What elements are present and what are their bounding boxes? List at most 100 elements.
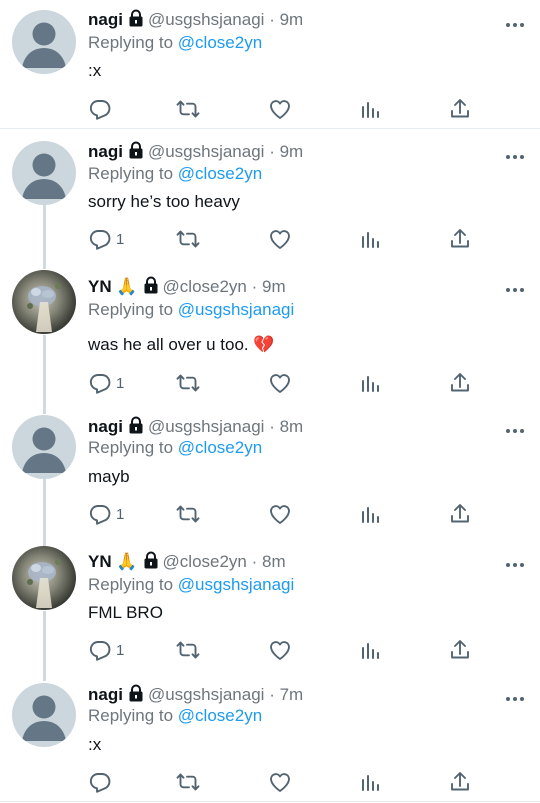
reply-button[interactable]: 1 — [88, 227, 124, 251]
like-button[interactable] — [268, 502, 292, 526]
display-name[interactable]: nagi — [88, 417, 123, 436]
lock-icon — [143, 551, 159, 575]
reply-icon — [88, 502, 112, 526]
retweet-button[interactable] — [176, 227, 200, 251]
share-icon — [448, 371, 472, 395]
display-name[interactable]: nagi — [88, 142, 123, 161]
reply-button[interactable]: 1 — [88, 638, 124, 662]
lock-icon — [128, 141, 144, 165]
more-icon[interactable] — [505, 690, 525, 698]
heart-icon — [268, 97, 292, 121]
replying-to-link[interactable]: @close2yn — [178, 706, 262, 725]
share-button[interactable] — [448, 97, 472, 121]
retweet-button[interactable] — [176, 371, 200, 395]
tweet[interactable]: nagi @usgshsjanagi · 7m Replying to @clos… — [0, 675, 540, 803]
avatar[interactable] — [12, 141, 76, 205]
reply-icon — [88, 371, 112, 395]
separator: · — [269, 142, 275, 161]
share-icon — [448, 502, 472, 526]
timestamp[interactable]: 9m — [262, 277, 286, 296]
like-button[interactable] — [268, 638, 292, 662]
avatar[interactable] — [12, 683, 76, 747]
tweet[interactable]: nagi @usgshsjanagi · 8m Replying to @clos… — [0, 405, 540, 540]
default-avatar-icon — [12, 10, 76, 74]
handle[interactable]: @usgshsjanagi — [148, 417, 265, 436]
analytics-button[interactable] — [358, 97, 382, 121]
more-icon[interactable] — [505, 422, 525, 430]
avatar[interactable] — [12, 10, 76, 74]
analytics-button[interactable] — [358, 502, 382, 526]
more-icon[interactable] — [505, 281, 525, 289]
retweet-button[interactable] — [176, 638, 200, 662]
analytics-button[interactable] — [358, 770, 382, 794]
avatar[interactable] — [12, 546, 76, 610]
display-name[interactable]: YN — [88, 277, 112, 296]
bouquet-photo-icon — [27, 559, 61, 608]
share-button[interactable] — [448, 770, 472, 794]
handle[interactable]: @usgshsjanagi — [148, 685, 265, 704]
replying-to-link[interactable]: @usgshsjanagi — [178, 300, 295, 319]
display-name-emoji: 🙏 — [116, 552, 138, 571]
tweet[interactable]: YN 🙏 @close2yn · 9m Replying to @usgshsja… — [0, 265, 540, 405]
replying-to-link[interactable]: @close2yn — [178, 164, 262, 183]
retweet-icon — [176, 371, 200, 395]
tweet[interactable]: nagi @usgshsjanagi · 9m Replying to @clos… — [0, 0, 540, 130]
separator: · — [269, 685, 275, 704]
tweet-text: FML BRO — [88, 603, 163, 622]
display-name[interactable]: nagi — [88, 685, 123, 704]
tweet-header: nagi @usgshsjanagi · 9m — [88, 9, 500, 33]
more-icon[interactable] — [505, 16, 525, 24]
timestamp[interactable]: 9m — [280, 142, 304, 161]
share-button[interactable] — [448, 227, 472, 251]
display-name[interactable]: YN — [88, 552, 112, 571]
retweet-button[interactable] — [176, 502, 200, 526]
retweet-button[interactable] — [176, 770, 200, 794]
reply-icon — [88, 227, 112, 251]
like-button[interactable] — [268, 770, 292, 794]
tweet-text: sorry he’s too heavy — [88, 192, 240, 211]
analytics-button[interactable] — [358, 227, 382, 251]
avatar[interactable] — [12, 270, 76, 334]
timestamp[interactable]: 7m — [280, 685, 304, 704]
replying-to-link[interactable]: @close2yn — [178, 438, 262, 457]
retweet-icon — [176, 227, 200, 251]
tweet[interactable]: YN 🙏 @close2yn · 8m Replying to @usgshsja… — [0, 540, 540, 675]
handle[interactable]: @close2yn — [163, 277, 247, 296]
replying-to-link[interactable]: @usgshsjanagi — [178, 575, 295, 594]
analytics-button[interactable] — [358, 638, 382, 662]
lock-icon — [143, 276, 159, 300]
share-icon — [448, 770, 472, 794]
more-icon[interactable] — [505, 556, 525, 564]
analytics-button[interactable] — [358, 371, 382, 395]
handle[interactable]: @usgshsjanagi — [148, 142, 265, 161]
action-bar — [88, 97, 488, 121]
more-icon[interactable] — [505, 148, 525, 156]
analytics-icon — [358, 371, 382, 395]
like-button[interactable] — [268, 371, 292, 395]
timestamp[interactable]: 8m — [280, 417, 304, 436]
analytics-icon — [358, 770, 382, 794]
timestamp[interactable]: 9m — [280, 10, 304, 29]
display-name[interactable]: nagi — [88, 10, 123, 29]
handle[interactable]: @close2yn — [163, 552, 247, 571]
tweet[interactable]: nagi @usgshsjanagi · 9m Replying to @clos… — [0, 130, 540, 260]
reply-button[interactable]: 1 — [88, 502, 124, 526]
share-button[interactable] — [448, 502, 472, 526]
reply-count: 1 — [116, 505, 125, 523]
reply-button[interactable]: 1 — [88, 371, 124, 395]
share-icon — [448, 227, 472, 251]
retweet-button[interactable] — [176, 97, 200, 121]
reply-button[interactable] — [88, 770, 116, 794]
timestamp[interactable]: 8m — [262, 552, 286, 571]
replying-to-link[interactable]: @close2yn — [178, 33, 262, 52]
share-button[interactable] — [448, 371, 472, 395]
avatar[interactable] — [12, 415, 76, 479]
reply-button[interactable] — [88, 97, 116, 121]
handle[interactable]: @usgshsjanagi — [148, 10, 265, 29]
retweet-icon — [176, 638, 200, 662]
separator: · — [269, 10, 275, 29]
like-button[interactable] — [268, 97, 292, 121]
action-bar: 1 — [88, 638, 488, 662]
like-button[interactable] — [268, 227, 292, 251]
share-button[interactable] — [448, 638, 472, 662]
